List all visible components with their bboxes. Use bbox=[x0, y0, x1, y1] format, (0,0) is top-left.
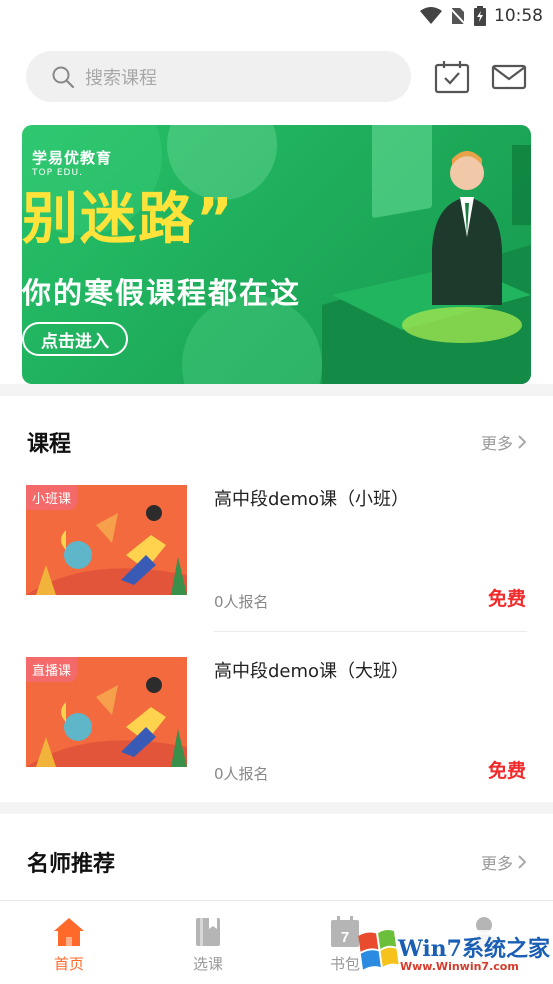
course-enrolled-count: 0人报名 bbox=[214, 593, 269, 611]
nav-home-label: 首页 bbox=[53, 955, 84, 973]
teachers-more-link[interactable]: 更多 bbox=[481, 850, 527, 874]
more-label: 更多 bbox=[480, 434, 513, 453]
course-price: 免费 bbox=[487, 588, 526, 610]
calendar-check-icon[interactable] bbox=[434, 60, 470, 94]
home-icon bbox=[54, 918, 84, 946]
chevron-right-icon bbox=[518, 855, 527, 869]
nav-courses[interactable]: 选课 bbox=[163, 901, 253, 984]
banner-subline: 你的寒假课程都在这 bbox=[22, 276, 302, 310]
teachers-section-title: 名师推荐 bbox=[27, 852, 116, 877]
banner-brand: 学易优教育 TOP EDU. bbox=[32, 147, 112, 178]
no-sim-icon bbox=[450, 8, 466, 25]
course-price: 免费 bbox=[487, 760, 526, 782]
search-placeholder: 搜索课程 bbox=[85, 67, 157, 89]
status-icons: 10:58 bbox=[420, 5, 543, 27]
course-thumbnail[interactable]: 直播课 bbox=[26, 657, 187, 767]
chevron-right-icon bbox=[518, 435, 527, 449]
watermark-text: Win7系统之家 bbox=[398, 936, 550, 962]
battery-icon bbox=[474, 6, 486, 26]
nav-home[interactable]: 首页 bbox=[24, 901, 114, 984]
course-title[interactable]: 高中段demo课（小班） bbox=[214, 485, 409, 511]
banner-brand-en: TOP EDU. bbox=[32, 168, 83, 178]
banner-enter-button[interactable]: 点击进入 bbox=[22, 322, 128, 356]
teachers-card: 名师推荐 更多 bbox=[0, 814, 553, 900]
course-thumbnail[interactable]: 小班课 bbox=[26, 485, 187, 595]
courses-card: 课程 更多 小班课 高中段demo课（小班） 0人报名 免费 直播课 高中段de… bbox=[0, 396, 553, 802]
nav-courses-label: 选课 bbox=[192, 955, 223, 973]
search-input[interactable]: 搜索课程 bbox=[26, 51, 411, 102]
course-type-tag: 直播课 bbox=[26, 657, 78, 682]
watermark-url: Www.Winwin7.com bbox=[400, 960, 519, 973]
status-bar: 10:58 bbox=[0, 0, 553, 34]
banner-brand-name: 学易优教育 bbox=[32, 149, 113, 167]
courses-section-title: 课程 bbox=[27, 432, 72, 457]
course-enrolled-count: 0人报名 bbox=[214, 765, 269, 783]
book-icon bbox=[196, 918, 220, 946]
more-label: 更多 bbox=[480, 854, 513, 873]
course-divider bbox=[214, 631, 527, 632]
calendar-badge: 7 bbox=[341, 929, 349, 946]
course-title[interactable]: 高中段demo课（大班） bbox=[214, 657, 409, 683]
status-time: 10:58 bbox=[494, 6, 543, 26]
search-icon bbox=[52, 66, 75, 88]
banner-headline: 别迷路” bbox=[22, 187, 235, 252]
course-type-tag: 小班课 bbox=[26, 485, 78, 510]
mail-icon[interactable] bbox=[491, 60, 527, 94]
wifi-icon bbox=[420, 7, 442, 24]
courses-more-link[interactable]: 更多 bbox=[481, 430, 527, 454]
